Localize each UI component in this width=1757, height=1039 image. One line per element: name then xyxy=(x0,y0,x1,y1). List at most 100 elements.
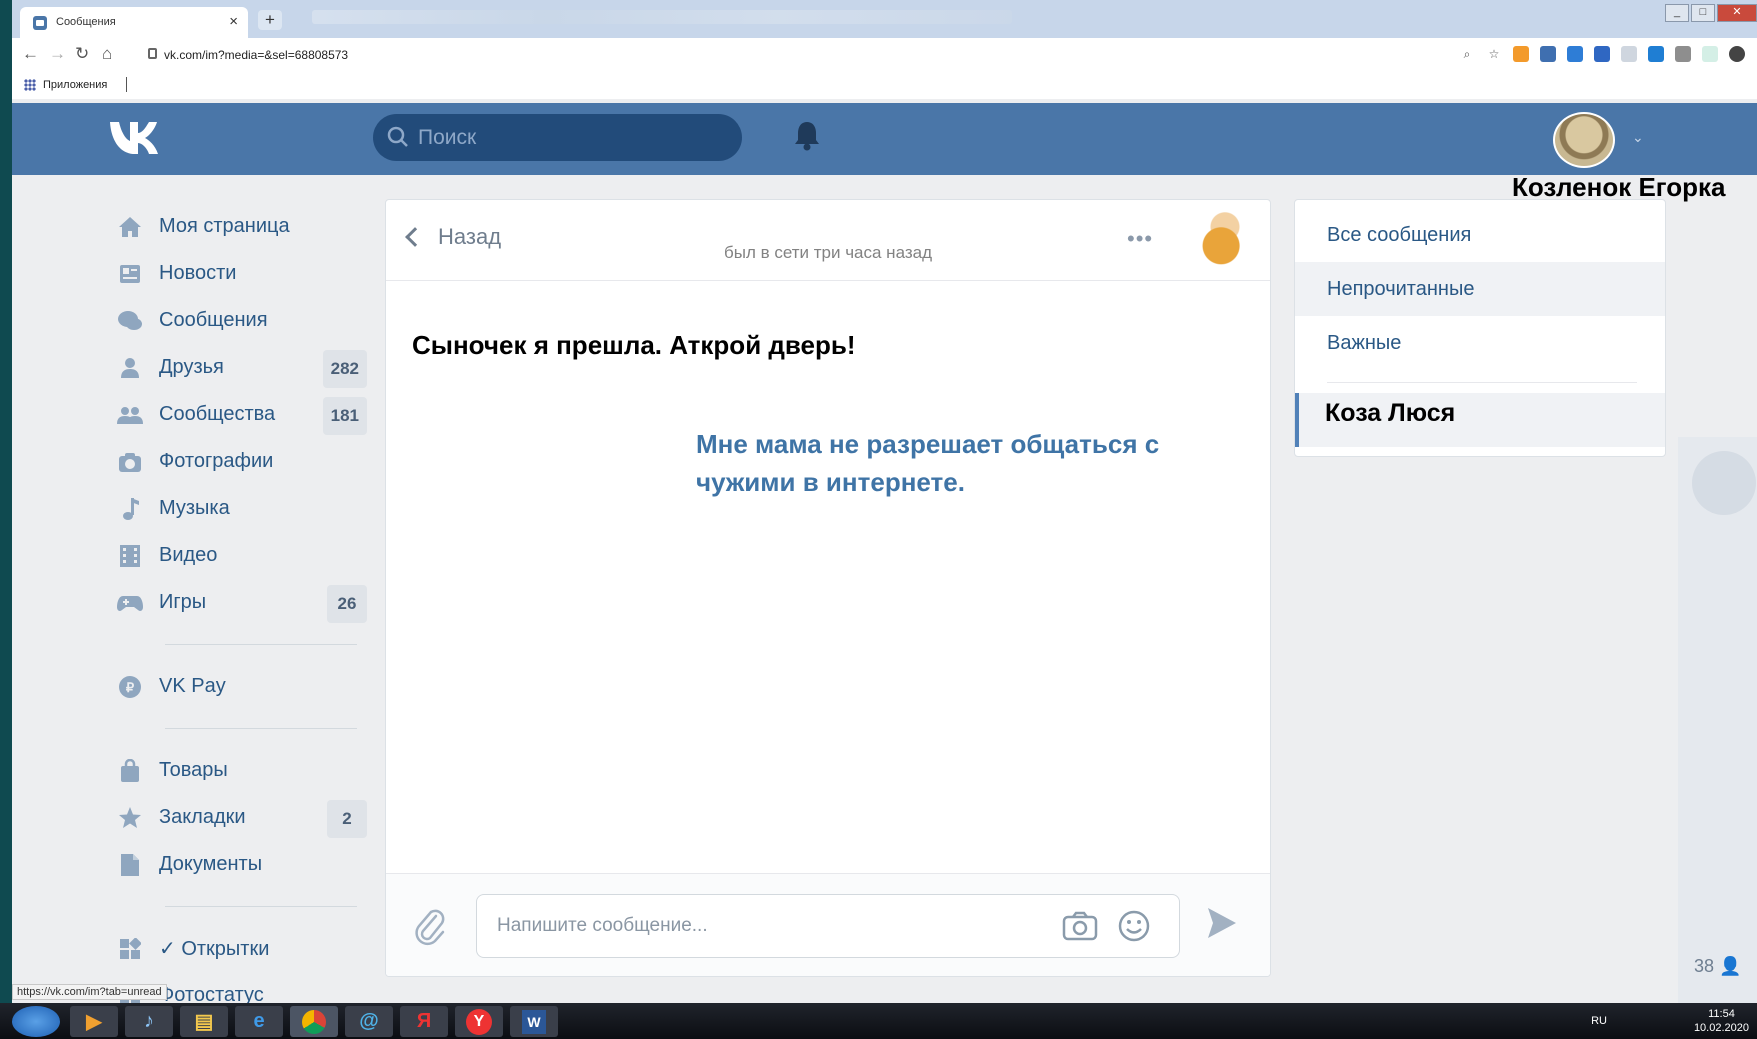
bookmark-apps[interactable]: Приложения xyxy=(43,79,107,91)
language-indicator[interactable]: RU xyxy=(1591,1015,1607,1027)
menu-item-groups[interactable]: Сообщества 181 xyxy=(105,391,367,438)
home-button-icon[interactable]: ⌂ xyxy=(102,44,112,64)
online-friends-count[interactable]: 38 👤 xyxy=(1694,956,1741,977)
outgoing-message: Мне мама не разрешает общаться с чужими … xyxy=(696,429,1160,497)
menu-item-vk-pay[interactable]: ₽ VK Pay xyxy=(105,663,367,710)
peer-avatar[interactable] xyxy=(1186,204,1264,280)
window-close-button[interactable]: ✕ xyxy=(1717,4,1757,22)
menu-item-games[interactable]: Игры 26 xyxy=(105,579,367,626)
menu-label: Игры xyxy=(159,591,207,613)
clock[interactable]: 11:54 10.02.2020 xyxy=(1694,1007,1749,1035)
music-icon xyxy=(117,496,143,522)
taskbar-yandex[interactable]: Я xyxy=(400,1006,448,1037)
menu-item-bookmarks[interactable]: Закладки 2 xyxy=(105,794,367,841)
menu-item-my-page[interactable]: Моя страница xyxy=(105,203,367,250)
taskbar-word[interactable]: W xyxy=(510,1006,558,1037)
gamepad-icon xyxy=(117,590,143,616)
menu-item-friends[interactable]: Друзья 282 xyxy=(105,344,367,391)
browser-window: Сообщения × + _ □ ✕ ← → ↻ ⌂ vk.com/im?me… xyxy=(12,0,1757,1003)
menu-label: VK Pay xyxy=(159,675,226,697)
extension-orange-icon[interactable] xyxy=(1513,46,1529,62)
emoji-icon[interactable] xyxy=(1117,909,1151,943)
taskbar-yandex-browser[interactable]: Y xyxy=(455,1006,503,1037)
dog-mascot-icon[interactable] xyxy=(1692,451,1756,515)
browser-tab-messages[interactable]: Сообщения × xyxy=(20,7,248,38)
menu-label: Закладки xyxy=(159,806,246,828)
menu-item-photos[interactable]: Фотографии xyxy=(105,438,367,485)
left-menu: Моя страница Новости Сообщения Друзья 28… xyxy=(105,203,367,1003)
taskbar-chrome[interactable] xyxy=(290,1006,338,1037)
menu-item-video[interactable]: Видео xyxy=(105,532,367,579)
taskbar-media-player[interactable]: ▶ xyxy=(70,1006,118,1037)
camera-attach-icon[interactable] xyxy=(1062,911,1098,941)
message-placeholder: Напишите сообщение... xyxy=(497,915,708,936)
menu-label: Моя страница xyxy=(159,215,290,237)
bookmark-star-icon[interactable]: ☆ xyxy=(1486,46,1502,62)
zoom-icon[interactable]: ⌕ xyxy=(1459,46,1475,62)
filter-unread[interactable]: Непрочитанные xyxy=(1295,262,1665,316)
minimize-button[interactable]: _ xyxy=(1665,4,1689,22)
menu-item-postcards[interactable]: ✓ Открытки xyxy=(105,925,367,972)
search-input[interactable]: Поиск xyxy=(373,114,742,161)
forward-arrow-icon[interactable]: → xyxy=(49,44,66,64)
chevron-down-icon[interactable]: ⌄ xyxy=(1632,129,1644,146)
message-input[interactable]: Напишите сообщение... xyxy=(476,894,1180,958)
extension-square-icon[interactable] xyxy=(1675,46,1691,62)
menu-item-news[interactable]: Новости xyxy=(105,250,367,297)
reload-icon[interactable]: ↻ xyxy=(75,44,89,64)
menu-label: Товары xyxy=(159,759,228,781)
vk-header: Поиск ⌄ xyxy=(12,103,1757,175)
user-avatar[interactable] xyxy=(1553,112,1615,168)
compose-area: Напишите сообщение... xyxy=(386,873,1270,976)
taskbar-mail[interactable]: @ xyxy=(345,1006,393,1037)
groups-icon xyxy=(117,402,143,428)
maximize-button[interactable]: □ xyxy=(1691,4,1715,22)
extension-mint-icon[interactable] xyxy=(1702,46,1718,62)
camera-icon xyxy=(117,449,143,475)
start-button[interactable] xyxy=(12,1006,60,1037)
profile-account-icon[interactable] xyxy=(1729,46,1745,62)
apps-grid-icon[interactable] xyxy=(24,79,36,91)
taskbar-sound[interactable]: ♪ xyxy=(125,1006,173,1037)
filter-all-messages[interactable]: Все сообщения xyxy=(1295,208,1665,262)
svg-text:₽: ₽ xyxy=(126,680,135,695)
taskbar-ie[interactable]: e xyxy=(235,1006,283,1037)
extension-search-icon[interactable] xyxy=(1567,46,1583,62)
back-arrow-icon[interactable]: ← xyxy=(22,44,39,64)
send-icon[interactable] xyxy=(1206,906,1238,940)
vk-logo-icon[interactable] xyxy=(108,119,162,155)
tab-close-icon[interactable]: × xyxy=(229,13,238,30)
folder-koza-lyusya[interactable]: Коза Люся xyxy=(1295,393,1665,447)
friends-count-badge: 282 xyxy=(322,350,367,388)
vkpay-icon: ₽ xyxy=(117,674,143,700)
windows-taskbar: ▶ ♪ ▤ e @ Я Y W RU 11:54 10.02.2020 xyxy=(0,1003,1757,1039)
extension-gray-icon[interactable] xyxy=(1621,46,1637,62)
groups-count-badge: 181 xyxy=(322,397,367,435)
taskbar-explorer[interactable]: ▤ xyxy=(180,1006,228,1037)
new-tab-button[interactable]: + xyxy=(258,10,282,30)
menu-label: Новости xyxy=(159,262,237,284)
notifications-bell-icon[interactable] xyxy=(792,120,822,152)
menu-item-documents[interactable]: Документы xyxy=(105,841,367,888)
bookmarks-divider xyxy=(126,77,127,92)
menu-label: Документы xyxy=(159,853,263,875)
address-bar[interactable]: vk.com/im?media=&sel=68808573 xyxy=(140,42,1300,68)
extension-bookmark-icon[interactable] xyxy=(1594,46,1610,62)
apps-icon xyxy=(117,936,143,962)
menu-item-messages[interactable]: Сообщения xyxy=(105,297,367,344)
right-side-bar: 38 👤 xyxy=(1678,437,1757,1003)
vk-favicon-icon xyxy=(33,16,47,30)
extension-play-icon[interactable] xyxy=(1648,46,1664,62)
menu-label: ✓ Открытки xyxy=(159,938,270,960)
paperclip-icon[interactable] xyxy=(414,908,448,946)
menu-label: Музыка xyxy=(159,497,230,519)
filter-important[interactable]: Важные xyxy=(1295,316,1665,370)
menu-item-music[interactable]: Музыка xyxy=(105,485,367,532)
extension-house-icon[interactable] xyxy=(1540,46,1556,62)
menu-label: Сообщества xyxy=(159,403,276,425)
more-options-icon[interactable]: ••• xyxy=(1127,226,1153,252)
menu-item-goods[interactable]: Товары xyxy=(105,747,367,794)
extension-icons: ⌕ ☆ xyxy=(1459,46,1745,62)
status-bar-url: https://vk.com/im?tab=unread xyxy=(12,984,167,1000)
clock-date: 10.02.2020 xyxy=(1693,1022,1749,1034)
